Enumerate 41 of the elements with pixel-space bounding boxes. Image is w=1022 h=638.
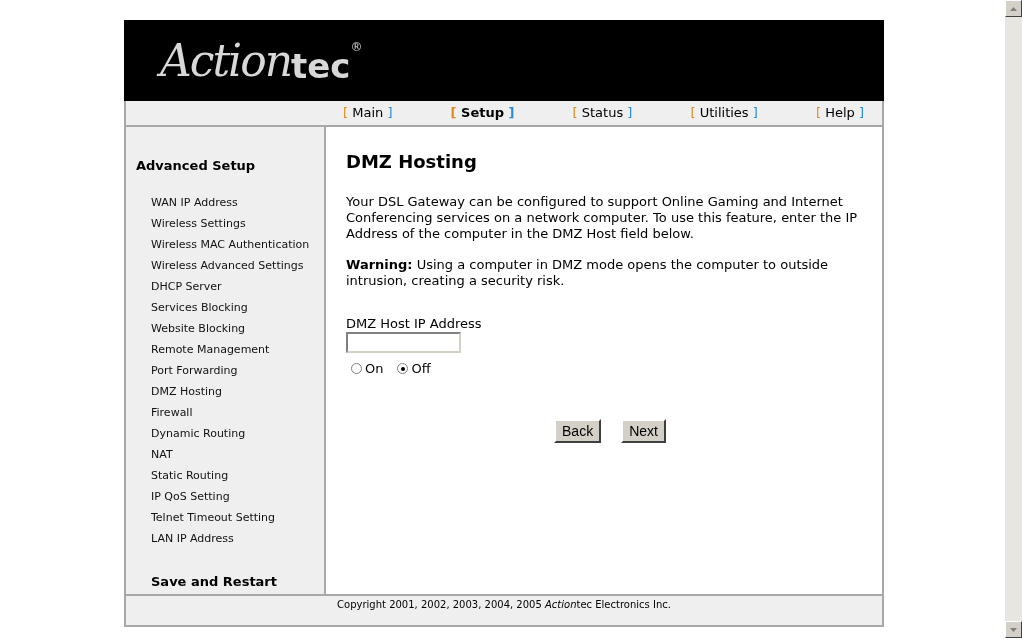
page-title: DMZ Hosting xyxy=(346,150,478,174)
nav-link[interactable]: [ Utilities ] xyxy=(690,103,758,123)
sidebar-link[interactable]: Wireless MAC Authentication xyxy=(151,237,324,259)
radio-button[interactable] xyxy=(351,363,362,375)
sidebar-link[interactable]: NAT xyxy=(151,447,324,469)
scroll-up-button[interactable] xyxy=(1005,0,1022,17)
nav-link[interactable]: [ Setup ] xyxy=(450,103,515,123)
sidebar-link[interactable]: Remote Management xyxy=(151,342,324,364)
sidebar-link[interactable]: Services Blocking xyxy=(151,300,324,322)
nav-button[interactable]: Back xyxy=(554,418,602,443)
radio-button[interactable] xyxy=(397,363,409,375)
nav-link[interactable]: [ Main ] xyxy=(343,103,393,123)
sidebar-link[interactable]: Static Routing xyxy=(151,468,324,490)
sidebar-link[interactable]: Dynamic Routing xyxy=(151,426,324,448)
up-arrow-icon xyxy=(1010,6,1017,11)
sidebar-link[interactable]: LAN IP Address xyxy=(151,531,324,553)
save-restart-link[interactable]: Save and Restart xyxy=(136,571,324,591)
sidebar-link[interactable]: Telnet Timeout Setting xyxy=(151,510,324,532)
sidebar-link[interactable]: Wireless Settings xyxy=(151,216,324,238)
copyright-text: Copyright 2001, 2002, 2003, 2004, 2005 Actiontec Electronics Inc. xyxy=(337,598,671,612)
sidebar-link[interactable]: Wireless Advanced Settings xyxy=(151,258,324,280)
sidebar-link[interactable]: WAN IP Address xyxy=(151,195,324,217)
scroll-down-button[interactable] xyxy=(1005,621,1022,638)
sidebar-link[interactable]: Port Forwarding xyxy=(151,363,324,385)
radio-label: On xyxy=(365,360,384,378)
description-text: Your DSL Gateway can be configured to support Online Gaming and Internet Conferencing services on a network computer. To use this feature, enter the IP Address of the computer in the DMZ Host field below. xyxy=(346,194,859,242)
nav-link[interactable]: [ Help ] xyxy=(815,103,864,123)
nav-button[interactable]: Next xyxy=(621,418,666,443)
ip-address-field[interactable] xyxy=(346,332,461,353)
sidebar-title: Advanced Setup xyxy=(136,157,257,175)
field-label: DMZ Host IP Address xyxy=(346,316,483,332)
down-arrow-icon xyxy=(1010,627,1017,632)
sidebar-link[interactable]: IP QoS Setting xyxy=(151,489,324,511)
radio-label: Off xyxy=(411,360,431,378)
sidebar-link[interactable]: DHCP Server xyxy=(151,279,324,301)
description-text: Warning: Using a computer in DMZ mode opens the computer to outside intrusion, creating a security risk. xyxy=(346,257,830,289)
sidebar-link[interactable]: Firewall xyxy=(151,405,324,427)
scrollbar[interactable] xyxy=(1005,0,1022,638)
nav-link[interactable]: [ Status ] xyxy=(572,103,633,123)
sidebar-link[interactable]: Website Blocking xyxy=(151,321,324,343)
sidebar-link[interactable]: DMZ Hosting xyxy=(151,384,324,406)
